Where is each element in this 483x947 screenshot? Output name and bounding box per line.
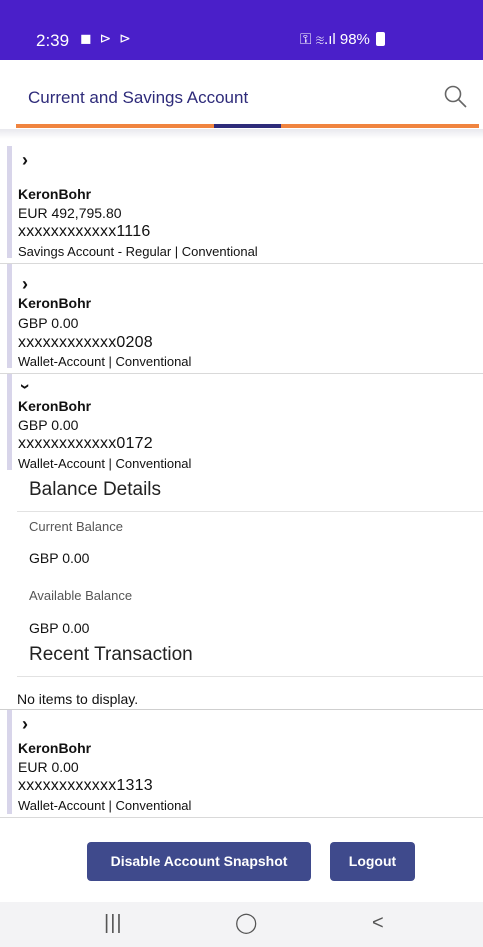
account-card[interactable]: › KeronBohr EUR 492,795.80 xxxxxxxxxxxx1… bbox=[0, 146, 483, 264]
account-type: Wallet-Account | Conventional bbox=[18, 354, 192, 369]
current-balance-label: Current Balance bbox=[29, 519, 123, 534]
search-icon[interactable] bbox=[443, 84, 469, 110]
tab-active-indicator[interactable] bbox=[214, 124, 281, 128]
empty-transactions-message: No items to display. bbox=[17, 691, 139, 707]
account-number: xxxxxxxxxxxx1116 bbox=[18, 223, 151, 240]
status-time: 2:39 bbox=[36, 31, 70, 50]
account-holder: KeronBohr bbox=[18, 398, 92, 414]
account-balance: GBP 0.00 bbox=[18, 315, 79, 331]
account-accent-bar bbox=[7, 146, 12, 258]
account-accent-bar bbox=[7, 710, 12, 814]
divider bbox=[17, 676, 483, 677]
available-balance-value: GBP 0.00 bbox=[29, 620, 90, 636]
back-icon[interactable]: < bbox=[372, 912, 384, 935]
header-shadow bbox=[0, 129, 483, 139]
current-balance-value: GBP 0.00 bbox=[29, 550, 90, 566]
account-number: xxxxxxxxxxxx1313 bbox=[18, 777, 153, 794]
account-number: xxxxxxxxxxxx0208 bbox=[18, 334, 153, 351]
chevron-right-icon[interactable]: › bbox=[22, 274, 28, 295]
recents-icon[interactable]: ||| bbox=[104, 912, 123, 935]
page-title: Current and Savings Account bbox=[28, 88, 249, 107]
account-balance: GBP 0.00 bbox=[18, 417, 79, 433]
system-status-text: ⚿ ≋.ıl 98% bbox=[300, 31, 370, 48]
battery-icon bbox=[376, 32, 386, 46]
home-icon[interactable]: ◯ bbox=[235, 910, 257, 935]
account-card[interactable]: › KeronBohr GBP 0.00 xxxxxxxxxxxx0208 Wa… bbox=[0, 264, 483, 374]
divider bbox=[17, 511, 483, 512]
account-accent-bar bbox=[7, 374, 12, 470]
account-accent-bar bbox=[7, 264, 12, 368]
account-card-expanded[interactable]: › KeronBohr GBP 0.00 xxxxxxxxxxxx0172 Wa… bbox=[0, 374, 483, 710]
account-type: Savings Account - Regular | Conventional bbox=[18, 244, 258, 259]
system-nav-bar: ||| ◯ < bbox=[0, 902, 483, 947]
account-balance: EUR 492,795.80 bbox=[18, 205, 122, 221]
chevron-down-icon[interactable]: › bbox=[15, 384, 36, 390]
account-card[interactable]: › KeronBohr EUR 0.00 xxxxxxxxxxxx1313 Wa… bbox=[0, 710, 483, 818]
account-number: xxxxxxxxxxxx0172 bbox=[18, 435, 153, 452]
account-type: Wallet-Account | Conventional bbox=[18, 456, 192, 471]
account-holder: KeronBohr bbox=[18, 295, 92, 311]
account-holder: KeronBohr bbox=[18, 740, 92, 756]
notification-icons: ◼ ⊳ ⊳ bbox=[80, 30, 133, 46]
account-type: Wallet-Account | Conventional bbox=[18, 798, 192, 813]
available-balance-label: Available Balance bbox=[29, 588, 133, 603]
disable-snapshot-button[interactable]: Disable Account Snapshot bbox=[87, 842, 311, 881]
account-balance: EUR 0.00 bbox=[18, 759, 79, 775]
app-header: Current and Savings Account bbox=[0, 60, 483, 130]
chevron-right-icon[interactable]: › bbox=[22, 714, 28, 735]
recent-transaction-title: Recent Transaction bbox=[29, 644, 193, 665]
balance-details-title: Balance Details bbox=[29, 479, 162, 500]
status-bar: 2:39 ◼ ⊳ ⊳ ⚿ ≋.ıl 98% bbox=[0, 0, 483, 60]
logout-button[interactable]: Logout bbox=[330, 842, 415, 881]
status-right-icons: ⚿ ≋.ıl 98% bbox=[300, 31, 386, 48]
account-holder: KeronBohr bbox=[18, 186, 92, 202]
chevron-right-icon[interactable]: › bbox=[22, 150, 28, 171]
